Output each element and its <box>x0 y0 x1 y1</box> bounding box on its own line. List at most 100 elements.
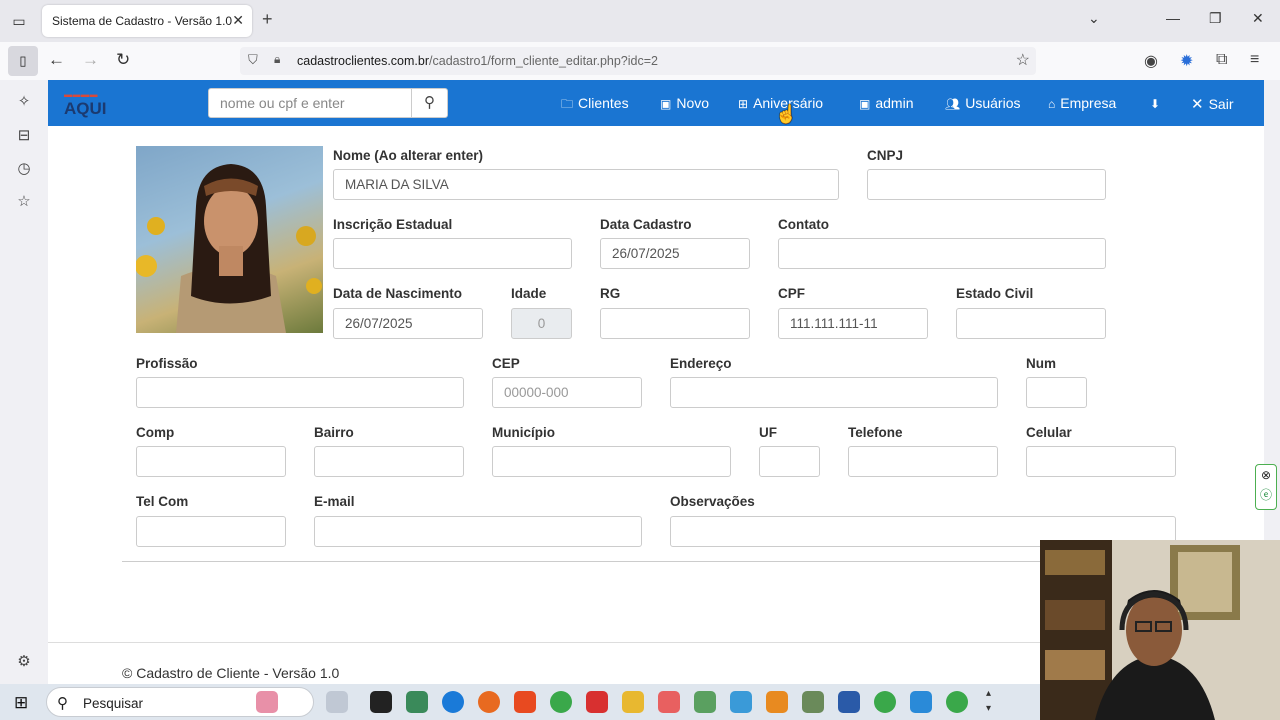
settings-gear-icon[interactable]: ⚙ <box>15 652 33 670</box>
nav-empresa[interactable]: ⌂ Empresa <box>1048 95 1116 111</box>
cpf-field[interactable]: 111.111.111-11 <box>778 308 928 339</box>
tab-list-icon[interactable]: ▭ <box>8 10 30 32</box>
edge-icon[interactable] <box>442 691 464 713</box>
download-icon: ⬇ <box>1150 97 1161 111</box>
url-bar[interactable]: ⛉ 🔒︎ cadastroclientes.com.br/cadastro1/f… <box>240 47 1036 75</box>
reload-icon[interactable]: ↻ <box>116 50 130 70</box>
tel-com-label: Tel Com <box>136 494 189 509</box>
lock-icon[interactable]: 🔒︎ <box>274 52 280 67</box>
nav-clientes[interactable]: 🗀︎ Clientes <box>561 95 629 116</box>
nav-download[interactable]: ⬇ <box>1150 95 1165 111</box>
browser-tab[interactable]: Sistema de Cadastro - Versão 1.0 ✕ <box>42 5 252 37</box>
data-cadastro-field[interactable]: 26/07/2025 <box>600 238 750 269</box>
nav-novo[interactable]: ▣ Novo <box>660 95 709 111</box>
extension-gear-icon[interactable]: ✹ <box>1180 51 1193 71</box>
file-explorer-icon[interactable] <box>622 691 644 713</box>
inscricao-field[interactable] <box>333 238 572 269</box>
flowers-widget-icon[interactable] <box>256 691 278 713</box>
email-field[interactable] <box>314 516 642 547</box>
id-badge-icon: ▣ <box>859 97 871 111</box>
cep-field[interactable]: 00000-000 <box>492 377 642 408</box>
search-icon[interactable]: ⚲ <box>411 89 447 117</box>
profissao-field[interactable] <box>136 377 464 408</box>
celular-field[interactable] <box>1026 446 1176 477</box>
uf-field[interactable] <box>759 446 820 477</box>
tab-overflow-chevron-icon[interactable]: ⌄ <box>1088 10 1100 27</box>
brave-icon[interactable] <box>514 691 536 713</box>
app-icon-6[interactable] <box>910 691 932 713</box>
search-input[interactable] <box>209 89 412 117</box>
profissao-label: Profissão <box>136 356 198 371</box>
app-icon-5[interactable] <box>802 691 824 713</box>
firefox-icon[interactable] <box>478 691 500 713</box>
anydesk-icon[interactable] <box>586 691 608 713</box>
synced-tabs-icon[interactable]: ⊟ <box>15 126 33 144</box>
windows-start-icon[interactable]: ⊞ <box>14 693 28 713</box>
taskbar-scroll-arrows-icon[interactable]: ▴ ▾ <box>986 686 991 716</box>
calculator-icon[interactable] <box>406 691 428 713</box>
tab-title: Sistema de Cadastro - Versão 1.0 <box>52 14 233 28</box>
contato-field[interactable] <box>778 238 1106 269</box>
nav-admin[interactable]: ▣ admin <box>859 95 913 111</box>
url-text[interactable]: cadastroclientes.com.br/cadastro1/form_c… <box>297 54 658 68</box>
brand-logo[interactable]: ▬▬▬▬ AQUI <box>64 88 107 117</box>
browser-sidebar: ✧ ⊟ ◷ ☆ ⚙ <box>0 80 48 684</box>
extensions-puzzle-icon[interactable]: ⧉ <box>1216 51 1227 69</box>
comp-label: Comp <box>136 425 175 440</box>
rg-label: RG <box>600 286 621 301</box>
nav-sair[interactable]: ✕ Sair <box>1191 95 1233 113</box>
home-icon: ⌂ <box>1048 97 1056 111</box>
folder-icon: 🗀︎ <box>561 97 574 111</box>
app-icon-1[interactable] <box>370 691 392 713</box>
sparkle-icon[interactable]: ✧ <box>15 92 33 110</box>
menu-icon[interactable]: ≡ <box>1250 51 1259 69</box>
account-icon[interactable]: ◉ <box>1144 51 1158 71</box>
extension-e-icon[interactable]: ⓔ <box>1256 485 1276 505</box>
estado-civil-field[interactable] <box>956 308 1106 339</box>
endereco-field[interactable] <box>670 377 998 408</box>
webcam-overlay <box>1040 540 1280 720</box>
close-circle-icon[interactable]: ⊗ <box>1256 465 1276 485</box>
chrome-icon[interactable] <box>550 691 572 713</box>
tab-close-icon[interactable]: ✕ <box>232 12 244 29</box>
shield-icon[interactable]: ⛉ <box>248 52 258 68</box>
telefone-field[interactable] <box>848 446 998 477</box>
side-extension-panel: ⊗ ⓔ <box>1255 464 1277 510</box>
bookmark-star-icon[interactable]: ☆ <box>1016 50 1030 70</box>
municipio-field[interactable] <box>492 446 731 477</box>
minimize-icon[interactable]: — <box>1166 10 1180 26</box>
history-icon[interactable]: ◷ <box>15 159 33 177</box>
cep-label: CEP <box>492 356 520 371</box>
uf-label: UF <box>759 425 777 440</box>
app-icon-4[interactable] <box>730 691 752 713</box>
tel-com-field[interactable] <box>136 516 286 547</box>
cnpj-label: CNPJ <box>867 148 904 163</box>
restore-icon[interactable]: ❐ <box>1209 10 1222 27</box>
users-icon: 👥︎ <box>945 97 961 111</box>
nav-usuarios[interactable]: 👥︎ Usuários <box>945 95 1020 111</box>
client-portrait-image <box>136 164 322 333</box>
chrome-icon-3[interactable] <box>946 691 968 713</box>
num-label: Num <box>1026 356 1056 371</box>
back-icon[interactable]: ← <box>48 50 65 70</box>
sublime-icon[interactable] <box>766 691 788 713</box>
telefone-label: Telefone <box>848 425 903 440</box>
nome-field[interactable]: MARIA DA SILVA <box>333 169 839 200</box>
data-nascimento-field[interactable]: 26/07/2025 <box>333 308 483 339</box>
app-icon-3[interactable] <box>694 691 716 713</box>
client-photo[interactable] <box>136 146 323 333</box>
num-field[interactable] <box>1026 377 1087 408</box>
word-icon[interactable] <box>838 691 860 713</box>
chrome-icon-2[interactable] <box>874 691 896 713</box>
task-view-icon[interactable] <box>326 691 348 713</box>
new-tab-button[interactable]: + <box>262 9 273 30</box>
cnpj-field[interactable] <box>867 169 1106 200</box>
bookmarks-icon[interactable]: ☆ <box>15 192 33 210</box>
comp-field[interactable] <box>136 446 286 477</box>
bairro-field[interactable] <box>314 446 464 477</box>
sidebar-toggle-icon[interactable]: ▯ <box>8 46 38 76</box>
rg-field[interactable] <box>600 308 750 339</box>
forward-icon[interactable]: → <box>82 50 99 70</box>
app-icon-2[interactable] <box>658 691 680 713</box>
window-close-icon[interactable]: ✕ <box>1252 10 1264 27</box>
